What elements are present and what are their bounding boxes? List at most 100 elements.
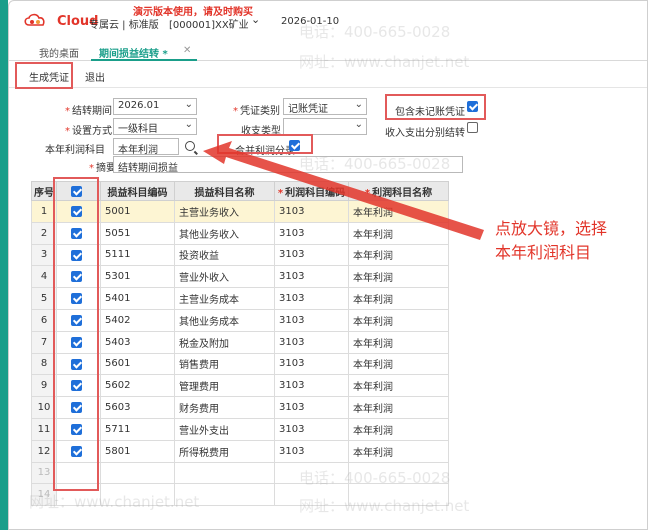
split-income-checkbox[interactable] xyxy=(467,122,478,133)
pl-name-cell xyxy=(174,461,275,485)
table-row[interactable]: 7 5403 税金及附加 3103 本年利润 xyxy=(31,330,449,354)
profit-code-cell: 3103 xyxy=(274,396,349,419)
row-checkbox[interactable] xyxy=(71,402,82,414)
row-seq-cell: 11 xyxy=(31,417,57,441)
table-row[interactable]: 9 5602 管理费用 3103 本年利润 xyxy=(31,374,449,398)
table-row[interactable]: 11 5711 营业外支出 3103 本年利润 xyxy=(31,417,449,441)
row-checkbox[interactable] xyxy=(71,271,82,283)
profit-name-cell: 本年利润 xyxy=(348,308,449,332)
row-seq-cell: 7 xyxy=(31,330,57,354)
pl-name-cell: 主营业务收入 xyxy=(174,200,275,223)
include-unposted-checkbox[interactable] xyxy=(467,101,478,112)
col-header-pl-code: 损益科目编码 xyxy=(100,181,175,201)
row-select-cell[interactable] xyxy=(56,461,101,485)
pl-name-cell: 其他业务收入 xyxy=(174,221,275,245)
app-name: 专属云 | 标准版 xyxy=(89,20,159,31)
profit-name-cell: 本年利润 xyxy=(348,287,449,310)
row-seq-cell: 8 xyxy=(31,352,57,376)
voucher-type-label: * 凭证类别 xyxy=(233,106,280,117)
profit-code-cell xyxy=(274,461,349,485)
table-row[interactable]: 12 5801 所得税费用 3103 本年利润 xyxy=(31,439,449,463)
profit-name-cell: 本年利润 xyxy=(348,221,449,245)
table-row[interactable]: 10 5603 财务费用 3103 本年利润 xyxy=(31,396,449,419)
row-select-cell[interactable] xyxy=(56,243,101,267)
table-row[interactable]: 2 5051 其他业务收入 3103 本年利润 xyxy=(31,221,449,245)
row-checkbox[interactable] xyxy=(71,249,82,261)
select-all-checkbox[interactable] xyxy=(71,186,82,197)
row-checkbox[interactable] xyxy=(71,206,82,217)
setup-method-label: * 设置方式 xyxy=(65,126,112,137)
row-checkbox[interactable] xyxy=(71,423,82,435)
row-select-cell[interactable] xyxy=(56,374,101,398)
pl-name-cell xyxy=(174,483,275,507)
tab-bar: 我的桌面 期间损益结转 * ✕ xyxy=(9,41,647,61)
magnifier-icon[interactable] xyxy=(185,141,195,151)
table-row[interactable]: 1 5001 主营业务收入 3103 本年利润 xyxy=(31,200,449,223)
table-row[interactable]: 14 xyxy=(31,483,449,507)
profit-code-cell: 3103 xyxy=(274,330,349,354)
include-unposted-label: 包含未记账凭证 xyxy=(395,107,465,118)
table-row[interactable]: 6 5402 其他业务成本 3103 本年利润 xyxy=(31,308,449,332)
chanjet-logo-icon xyxy=(24,13,45,26)
row-seq-cell: 6 xyxy=(31,308,57,332)
annotation-note: 点放大镜，选择 本年利润科目 xyxy=(495,217,607,265)
active-tab-indicator xyxy=(91,59,197,61)
pl-code-cell xyxy=(100,461,175,485)
summary-input[interactable]: 结转期间损益 xyxy=(113,156,463,174)
period-select[interactable]: 2026.01 ⌄ xyxy=(113,98,197,115)
tab-period-pl-transfer[interactable]: 期间损益结转 * xyxy=(99,45,168,60)
row-select-cell[interactable] xyxy=(56,330,101,354)
row-seq-cell: 14 xyxy=(31,483,57,507)
row-seq-cell: 12 xyxy=(31,439,57,463)
income-type-select[interactable]: ⌄ xyxy=(283,118,367,135)
table-row[interactable]: 13 xyxy=(31,461,449,485)
pl-name-cell: 税金及附加 xyxy=(174,330,275,354)
exit-button[interactable]: 退出 xyxy=(85,69,105,84)
col-header-profit-code: * 利润科目编码 xyxy=(274,181,349,201)
row-checkbox[interactable] xyxy=(71,314,82,326)
close-icon[interactable]: ✕ xyxy=(183,45,191,56)
row-select-cell[interactable] xyxy=(56,396,101,419)
row-select-cell[interactable] xyxy=(56,352,101,376)
voucher-type-select[interactable]: 记账凭证 ⌄ xyxy=(283,98,367,115)
row-checkbox[interactable] xyxy=(71,380,82,392)
row-select-cell[interactable] xyxy=(56,287,101,310)
row-select-cell[interactable] xyxy=(56,200,101,223)
row-checkbox[interactable] xyxy=(71,293,82,305)
table-row[interactable]: 5 5401 主营业务成本 3103 本年利润 xyxy=(31,287,449,310)
row-checkbox[interactable] xyxy=(71,227,82,239)
profit-account-input[interactable]: 本年利润 xyxy=(113,138,179,156)
company-selector[interactable]: [000001]XX矿业 xyxy=(169,16,249,31)
col-header-seq: 序号 xyxy=(31,181,57,201)
col-header-pl-name: 损益科目名称 xyxy=(174,181,275,201)
row-select-cell[interactable] xyxy=(56,221,101,245)
row-checkbox[interactable] xyxy=(71,445,82,457)
table-row[interactable]: 8 5601 销售费用 3103 本年利润 xyxy=(31,352,449,376)
row-select-cell[interactable] xyxy=(56,483,101,507)
row-checkbox[interactable] xyxy=(71,336,82,348)
profit-code-cell: 3103 xyxy=(274,308,349,332)
row-select-cell[interactable] xyxy=(56,439,101,463)
setup-method-select[interactable]: 一级科目 ⌄ xyxy=(113,118,197,135)
profit-code-cell: 3103 xyxy=(274,200,349,223)
row-select-cell[interactable] xyxy=(56,308,101,332)
pl-code-cell: 5001 xyxy=(100,200,175,223)
row-seq-cell: 3 xyxy=(31,243,57,267)
chevron-down-icon[interactable]: ⌄ xyxy=(251,13,260,26)
row-select-cell[interactable] xyxy=(56,417,101,441)
table-row[interactable]: 4 5301 营业外收入 3103 本年利润 xyxy=(31,265,449,289)
row-select-cell[interactable] xyxy=(56,265,101,289)
merge-profit-label: 合并利润分录 xyxy=(235,146,295,157)
pl-code-cell: 5301 xyxy=(100,265,175,289)
profit-name-cell: 本年利润 xyxy=(348,200,449,223)
pl-name-cell: 投资收益 xyxy=(174,243,275,267)
login-date: 2026-01-10 xyxy=(281,16,340,27)
pl-code-cell: 5601 xyxy=(100,352,175,376)
merge-profit-checkbox[interactable] xyxy=(289,140,300,151)
profit-name-cell: 本年利润 xyxy=(348,417,449,441)
tab-my-desktop[interactable]: 我的桌面 xyxy=(39,45,79,60)
generate-voucher-button[interactable]: 生成凭证 xyxy=(29,69,69,84)
row-checkbox[interactable] xyxy=(71,358,82,370)
table-row[interactable]: 3 5111 投资收益 3103 本年利润 xyxy=(31,243,449,267)
income-type-label: 收支类型 xyxy=(241,126,281,137)
